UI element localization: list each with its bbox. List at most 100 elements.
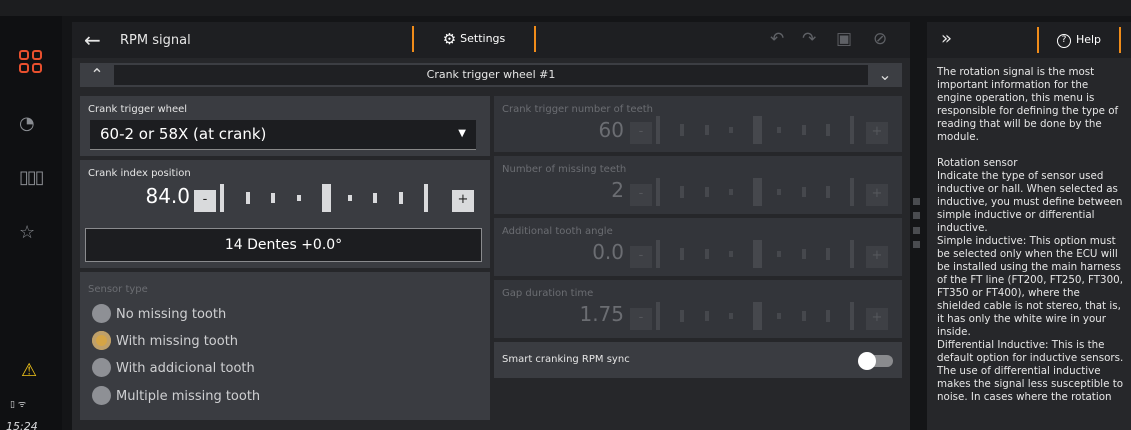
tab-help[interactable]: ? Help (1037, 27, 1121, 53)
page-indicator-dot[interactable] (913, 198, 920, 205)
help-text: The rotation signal is the most importan… (937, 66, 1124, 403)
teeth-plus-button[interactable]: + (866, 122, 888, 144)
redo-icon[interactable]: ↷ (802, 29, 816, 49)
additional-angle-minus-button[interactable]: - (630, 246, 652, 268)
radio-with-additional-tooth[interactable]: With addicional tooth (92, 358, 255, 377)
slider-tick (656, 116, 660, 144)
radio-dot-selected (92, 331, 111, 350)
radio-label: With missing tooth (116, 334, 239, 349)
slider-tick (656, 302, 660, 330)
slider-tick (777, 189, 781, 195)
page-indicator-dot[interactable] (913, 241, 920, 248)
left-rail: ◔ ▯▯▯ ☆ ⚠ ▯ ᯤ 15:24 (0, 16, 62, 430)
radio-with-missing-tooth[interactable]: With missing tooth (92, 331, 238, 350)
smart-cranking-toggle[interactable] (858, 352, 893, 370)
gap-duration-label: Gap duration time (502, 288, 594, 299)
gap-duration-slider[interactable] (656, 302, 856, 330)
teeth-card: Crank trigger number of teeth 60 - + (494, 96, 902, 152)
additional-angle-value: 0.0 (592, 240, 624, 264)
slider-tick (777, 251, 781, 257)
star-icon[interactable]: ☆ (19, 222, 35, 243)
teeth-label: Crank trigger number of teeth (502, 104, 653, 115)
radio-no-missing-tooth[interactable]: No missing tooth (92, 304, 226, 323)
section-name[interactable]: Crank trigger wheel #1 (114, 65, 868, 85)
slider-tick (399, 192, 403, 204)
slider-tick (322, 184, 331, 212)
slider-tick (680, 186, 684, 198)
collapse-help-icon[interactable]: » (941, 28, 952, 49)
slider-tick (373, 193, 377, 203)
top-bar: ← RPM signal ⚙ Settings ↶ ↷ ▣ ⊘ (72, 22, 910, 58)
smart-cranking-label: Smart cranking RPM sync (502, 354, 630, 365)
teeth-minus-button[interactable]: - (630, 122, 652, 144)
slider-tick (753, 178, 762, 206)
slider-tick (850, 178, 854, 206)
help-icon: ? (1056, 34, 1071, 48)
back-arrow-icon[interactable]: ← (84, 28, 101, 52)
additional-angle-slider[interactable] (656, 240, 856, 268)
app: ◔ ▯▯▯ ☆ ⚠ ▯ ᯤ 15:24 ← RPM signal ⚙ Settin… (0, 0, 1131, 430)
slider-tick (850, 302, 854, 330)
slider-tick (753, 302, 762, 330)
gear-icon: ⚙ (442, 30, 457, 48)
warning-icon[interactable]: ⚠ (21, 360, 37, 381)
additional-angle-plus-button[interactable]: + (866, 246, 888, 268)
cancel-icon[interactable]: ⊘ (873, 29, 887, 49)
radio-dot (92, 358, 111, 377)
gap-duration-value: 1.75 (579, 302, 624, 326)
smart-cranking-card: Smart cranking RPM sync (494, 342, 902, 378)
crank-wheel-value: 60-2 or 58X (at crank) (100, 125, 267, 143)
undo-icon[interactable]: ↶ (770, 29, 784, 49)
gap-duration-plus-button[interactable]: + (866, 308, 888, 330)
crank-index-minus-button[interactable]: - (194, 190, 216, 212)
slider-tick (826, 186, 830, 198)
top-strip (0, 0, 1131, 16)
crank-wheel-label: Crank trigger wheel (88, 104, 188, 115)
crank-index-plus-button[interactable]: + (452, 190, 474, 212)
missing-teeth-label: Number of missing teeth (502, 164, 627, 175)
page-indicator-dot[interactable] (913, 227, 920, 234)
chevron-down-icon[interactable]: ⌄ (870, 63, 900, 87)
missing-teeth-minus-button[interactable]: - (630, 184, 652, 206)
slider-tick (802, 125, 806, 135)
collapse-up-button[interactable]: ⌃ (82, 63, 112, 87)
gap-duration-minus-button[interactable]: - (630, 308, 652, 330)
system-status-icons: ▯ ᯤ (10, 400, 27, 410)
missing-teeth-card: Number of missing teeth 2 - + (494, 156, 902, 214)
slider-tick (246, 192, 250, 204)
slider-tick (802, 187, 806, 197)
slider-tick (220, 184, 224, 212)
missing-teeth-slider[interactable] (656, 178, 856, 206)
slider-tick (297, 195, 301, 201)
radio-label: With addicional tooth (116, 361, 255, 376)
slider-tick (850, 116, 854, 144)
teeth-slider[interactable] (656, 116, 856, 144)
page-indicator-dot[interactable] (913, 212, 920, 219)
crank-wheel-select[interactable]: 60-2 or 58X (at crank) ▼ (90, 120, 476, 150)
missing-teeth-plus-button[interactable]: + (866, 184, 888, 206)
apps-icon[interactable] (19, 50, 43, 74)
crank-index-slider[interactable] (220, 184, 430, 212)
slider-tick (705, 125, 709, 135)
slider-tick (656, 240, 660, 268)
dashboard-gauge-icon[interactable]: ◔ (19, 113, 35, 134)
slider-tick (802, 249, 806, 259)
columns-icon[interactable]: ▯▯▯ (19, 167, 45, 188)
crank-index-value: 84.0 (145, 184, 190, 208)
slider-tick (680, 310, 684, 322)
settings-label: Settings (460, 32, 506, 45)
slider-tick (826, 248, 830, 260)
help-top-bar: » ? Help (927, 22, 1131, 58)
caret-down-icon: ▼ (458, 128, 466, 139)
slider-tick (424, 184, 428, 212)
crank-index-label: Crank index position (88, 168, 191, 179)
slider-tick (656, 178, 660, 206)
radio-label: No missing tooth (116, 307, 227, 322)
slider-tick (705, 187, 709, 197)
toggle-knob (858, 352, 876, 370)
radio-multiple-missing-tooth[interactable]: Multiple missing tooth (92, 386, 260, 405)
slider-tick (826, 310, 830, 322)
tab-settings[interactable]: ⚙ Settings (412, 26, 536, 52)
save-icon[interactable]: ▣ (836, 29, 852, 49)
slider-tick (705, 311, 709, 321)
